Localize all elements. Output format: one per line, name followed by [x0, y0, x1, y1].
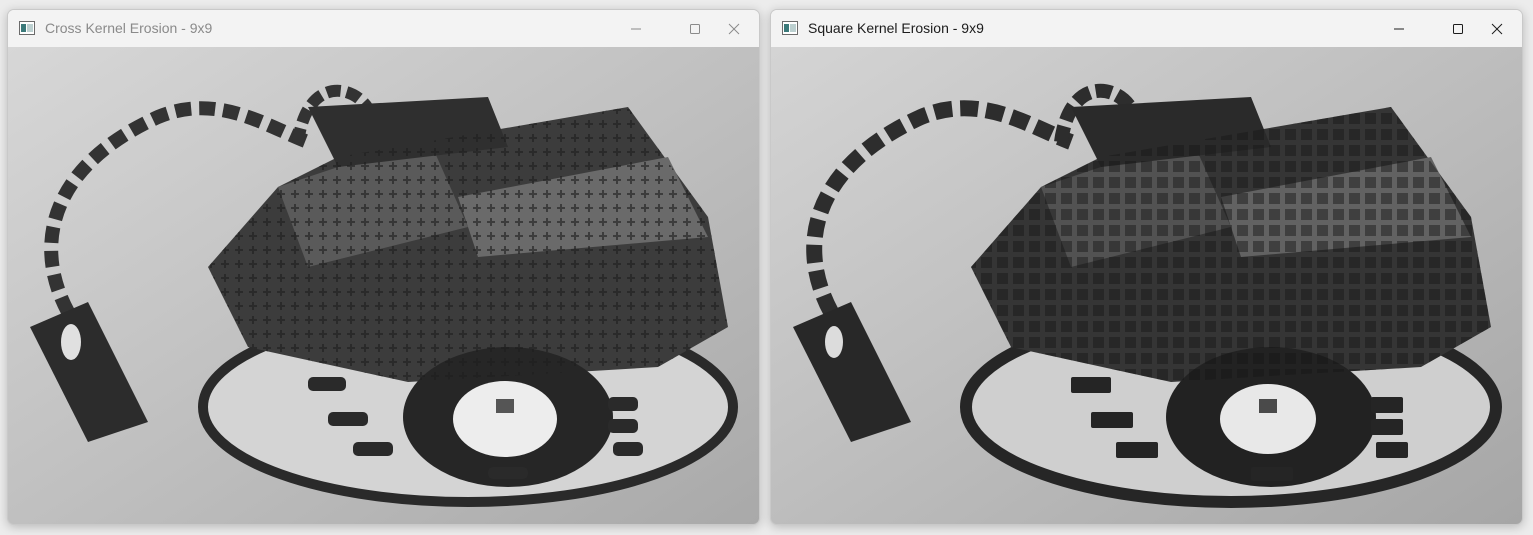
minimize-icon — [631, 28, 641, 29]
robot-image — [8, 47, 759, 524]
minimize-button[interactable] — [1376, 10, 1422, 47]
close-button[interactable] — [1474, 10, 1520, 47]
opencv-window-icon — [782, 21, 798, 35]
title-bar[interactable]: Cross Kernel Erosion - 9x9 — [8, 10, 759, 47]
robot-image — [771, 47, 1522, 524]
close-icon — [728, 23, 740, 34]
opencv-window-icon — [19, 21, 35, 35]
cross-kernel-window[interactable]: Cross Kernel Erosion - 9x9 — [7, 9, 760, 525]
square-kernel-window[interactable]: Square Kernel Erosion - 9x9 — [770, 9, 1523, 525]
minimize-icon — [1394, 28, 1404, 29]
title-bar[interactable]: Square Kernel Erosion - 9x9 — [771, 10, 1522, 47]
eroded-image-cross — [8, 47, 759, 524]
maximize-icon — [1453, 23, 1463, 34]
close-button[interactable] — [711, 10, 757, 47]
window-title: Cross Kernel Erosion - 9x9 — [45, 20, 213, 36]
close-icon — [1491, 23, 1503, 34]
eroded-image-square — [771, 47, 1522, 524]
maximize-icon — [690, 23, 700, 34]
window-title: Square Kernel Erosion - 9x9 — [808, 20, 984, 36]
minimize-button[interactable] — [613, 10, 659, 47]
